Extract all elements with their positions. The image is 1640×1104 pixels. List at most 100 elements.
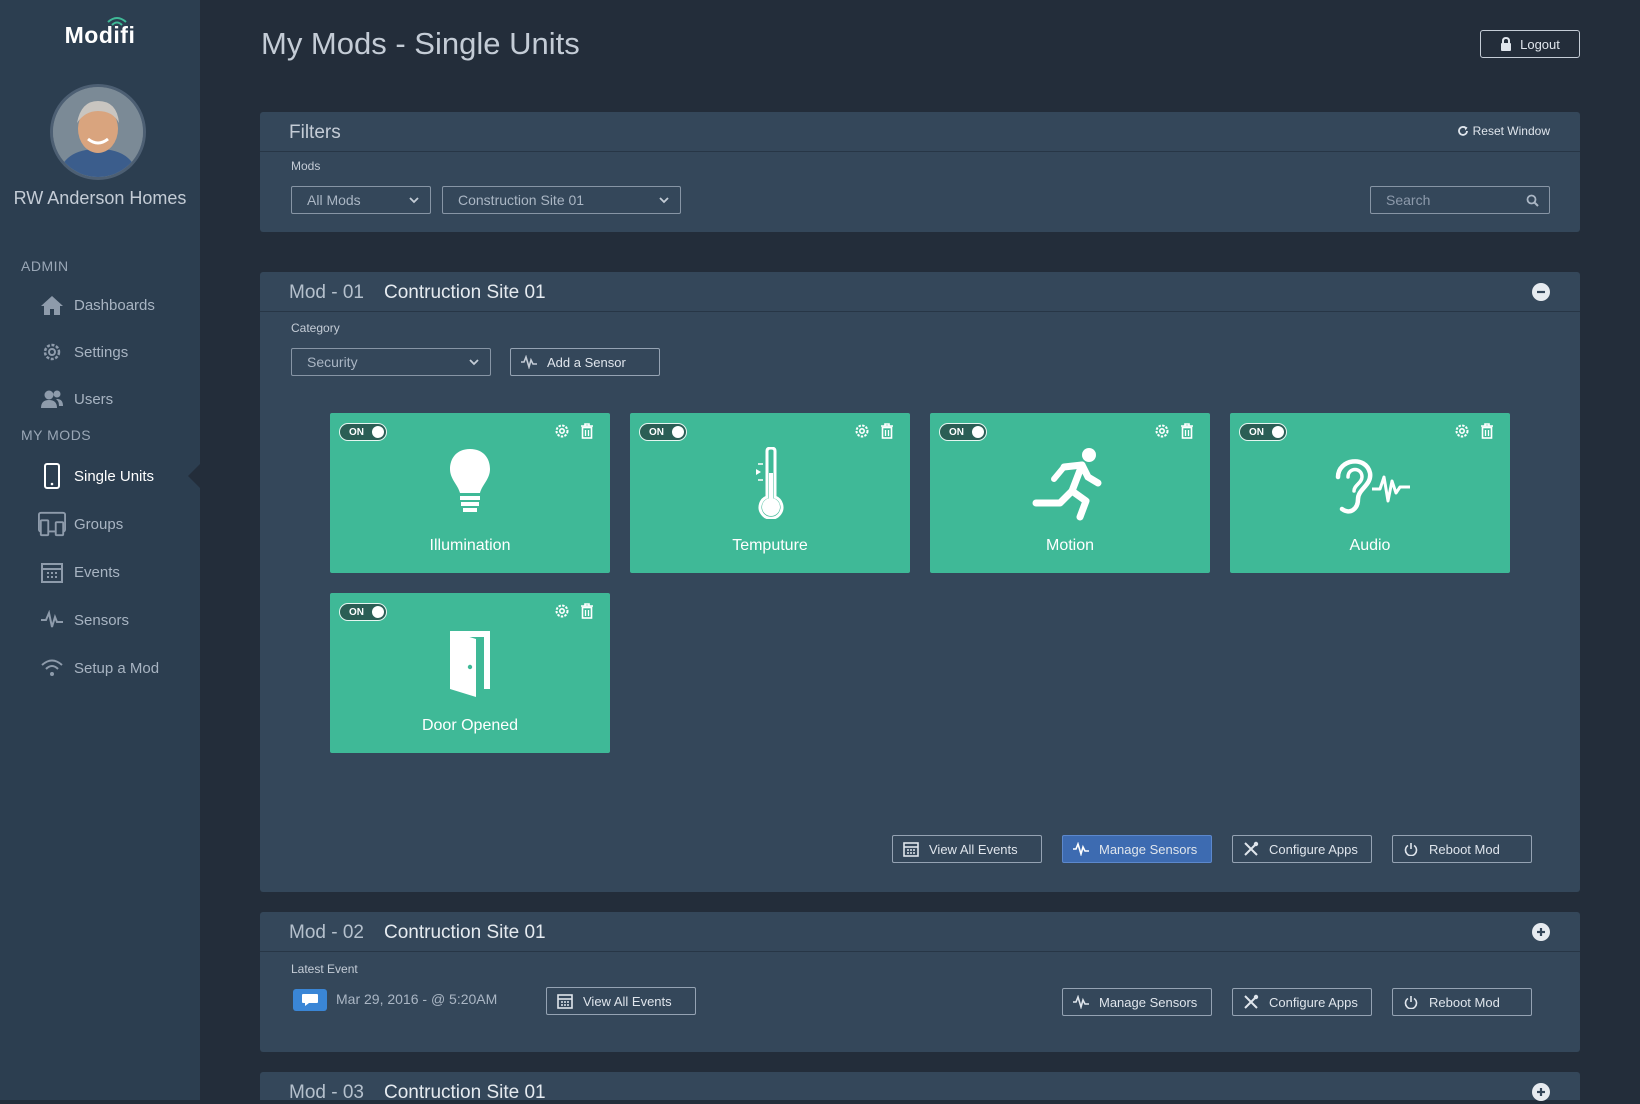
- toggle-state: ON: [949, 427, 964, 438]
- nav-label: Groups: [74, 515, 124, 533]
- manage-sensors-label: Manage Sensors: [1099, 841, 1198, 857]
- reboot-mod-button[interactable]: Reboot Mod: [1392, 988, 1532, 1016]
- nav-sensors[interactable]: Sensors: [38, 605, 129, 635]
- mod-name: Contruction Site 01: [384, 1082, 546, 1103]
- reset-window-label: Reset Window: [1472, 124, 1550, 138]
- configure-apps-button[interactable]: Configure Apps: [1232, 835, 1372, 863]
- logout-button[interactable]: Logout: [1480, 30, 1580, 58]
- configure-apps-button[interactable]: Configure Apps: [1232, 988, 1372, 1016]
- collapse-button[interactable]: [1532, 283, 1550, 301]
- sensor-tile-audio[interactable]: ON Audio: [1230, 413, 1510, 573]
- nav-events[interactable]: Events: [38, 557, 120, 587]
- view-all-events-button[interactable]: View All Events: [546, 987, 696, 1015]
- sidebar: Modifi RW Anderson Homes ADMIN Dashboard…: [0, 0, 200, 1100]
- on-toggle[interactable]: ON: [639, 423, 687, 441]
- tile-label: Illumination: [429, 537, 511, 554]
- filters-panel: Filters Reset Window Mods All Mods Const…: [260, 112, 1580, 232]
- admin-section-label: ADMIN: [21, 258, 69, 274]
- tools-icon: [1233, 994, 1269, 1010]
- active-nav-pointer: [188, 464, 200, 488]
- mods-select[interactable]: All Mods: [291, 186, 431, 214]
- gear-icon[interactable]: [554, 423, 570, 439]
- reboot-mod-button[interactable]: Reboot Mod: [1392, 835, 1532, 863]
- manage-sensors-button[interactable]: Manage Sensors: [1062, 835, 1212, 863]
- category-select-value: Security: [307, 354, 358, 370]
- on-toggle[interactable]: ON: [939, 423, 987, 441]
- nav-dashboards[interactable]: Dashboards: [38, 290, 155, 320]
- mods-select-value: All Mods: [307, 192, 361, 208]
- nav-label: Sensors: [74, 611, 130, 629]
- category-select[interactable]: Security: [291, 348, 491, 376]
- wifi-icon: [38, 654, 66, 682]
- nav-settings[interactable]: Settings: [38, 337, 128, 367]
- sensor-tile-door-opened[interactable]: ON Door Opened: [330, 593, 610, 753]
- calendar-icon: [547, 993, 583, 1009]
- trash-icon[interactable]: [1480, 423, 1494, 439]
- trash-icon[interactable]: [880, 423, 894, 439]
- gear-icon[interactable]: [1154, 423, 1170, 439]
- nav-label: Events: [74, 563, 120, 581]
- sensor-tile-motion[interactable]: ON Motion: [930, 413, 1210, 573]
- trash-icon[interactable]: [1180, 423, 1194, 439]
- ear-icon: [1230, 447, 1510, 519]
- power-icon: [1393, 842, 1429, 856]
- nav-label: Settings: [74, 343, 129, 361]
- on-toggle[interactable]: ON: [339, 603, 387, 621]
- sensor-tile-temputure[interactable]: ON Temputure: [630, 413, 910, 573]
- add-sensor-button[interactable]: Add a Sensor: [510, 348, 660, 376]
- search-input[interactable]: Search: [1370, 186, 1550, 214]
- category-label: Category: [291, 321, 340, 335]
- site-select-value: Construction Site 01: [458, 192, 585, 208]
- toggle-knob: [372, 606, 384, 618]
- tile-label: Temputure: [732, 537, 808, 554]
- mod-03-panel: Mod - 03 Contruction Site 01: [260, 1072, 1580, 1103]
- configure-apps-label: Configure Apps: [1269, 841, 1358, 857]
- gear-icon[interactable]: [554, 603, 570, 619]
- mod-02-header: Mod - 02 Contruction Site 01: [260, 912, 1580, 952]
- manage-sensors-button[interactable]: Manage Sensors: [1062, 988, 1212, 1016]
- sensor-tile-illumination[interactable]: ON Illumination: [330, 413, 610, 573]
- reset-window-button[interactable]: Reset Window: [1457, 124, 1550, 138]
- lock-icon: [1501, 37, 1512, 51]
- tile-label: Motion: [1045, 537, 1095, 554]
- gear-icon[interactable]: [854, 423, 870, 439]
- expand-button[interactable]: [1532, 1083, 1550, 1101]
- pulse-icon: [38, 606, 66, 634]
- toggle-knob: [372, 426, 384, 438]
- mod-name: Contruction Site 01: [384, 282, 546, 303]
- logout-label: Logout: [1520, 36, 1560, 52]
- company-name: RW Anderson Homes: [13, 188, 187, 208]
- mymods-section-label: MY MODS: [21, 427, 92, 443]
- plus-icon: [1537, 1088, 1545, 1096]
- chat-icon: [293, 989, 327, 1011]
- home-icon: [38, 291, 66, 319]
- trash-icon[interactable]: [580, 423, 594, 439]
- latest-event-text: Mar 29, 2016 - @ 5:20AM: [336, 991, 498, 1007]
- expand-button[interactable]: [1532, 923, 1550, 941]
- toggle-knob: [972, 426, 984, 438]
- on-toggle[interactable]: ON: [1239, 423, 1287, 441]
- phone-icon: [38, 462, 66, 490]
- on-toggle[interactable]: ON: [339, 423, 387, 441]
- nav-single-units[interactable]: Single Units: [38, 461, 154, 491]
- tile-label: Door Opened: [421, 717, 519, 734]
- search-icon: [1526, 194, 1539, 207]
- nav-label: Setup a Mod: [74, 659, 160, 677]
- nav-setup-mod[interactable]: Setup a Mod: [38, 653, 159, 683]
- toggle-state: ON: [349, 427, 364, 438]
- gear-icon[interactable]: [1454, 423, 1470, 439]
- reboot-mod-label: Reboot Mod: [1429, 994, 1500, 1010]
- nav-groups[interactable]: Groups: [38, 509, 123, 539]
- view-all-events-button[interactable]: View All Events: [892, 835, 1042, 863]
- trash-icon[interactable]: [580, 603, 594, 619]
- nav-users[interactable]: Users: [38, 384, 113, 414]
- pulse-icon: [511, 355, 547, 369]
- app-logo[interactable]: Modifi: [0, 22, 200, 49]
- latest-event-label: Latest Event: [291, 962, 358, 976]
- avatar[interactable]: [50, 84, 146, 180]
- door-icon: [330, 627, 610, 699]
- pulse-icon: [1063, 995, 1099, 1009]
- mod-01-header: Mod - 01 Contruction Site 01: [260, 272, 1580, 312]
- site-select[interactable]: Construction Site 01: [442, 186, 681, 214]
- manage-sensors-label: Manage Sensors: [1099, 994, 1198, 1010]
